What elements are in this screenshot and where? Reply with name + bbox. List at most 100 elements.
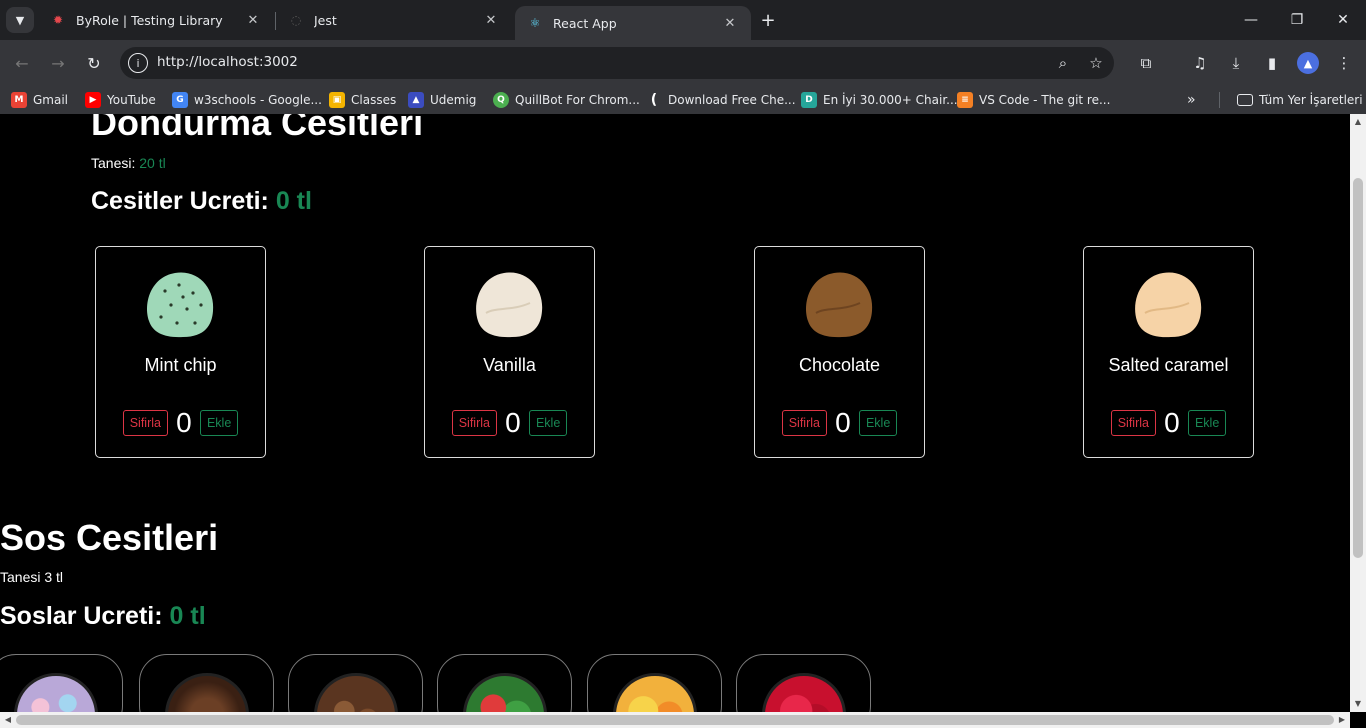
jest-icon: ◌ [290, 13, 302, 27]
tab-react-app[interactable]: ⚛ React App ✕ [515, 6, 751, 40]
cherry-topping-image [762, 673, 846, 712]
flavor-count: 0 [835, 407, 851, 438]
sauce-unit-price: Tanesi 3 tl [0, 569, 64, 585]
flavor-card-mint-chip: Mint chip Sifirla 0 Ekle [95, 246, 266, 458]
add-button[interactable]: Ekle [1187, 410, 1227, 436]
flavor-controls: Sifirla 0 Ekle [1084, 407, 1253, 439]
tab-title: ByRole | Testing Library [76, 12, 223, 28]
bookmark-youtube[interactable]: ▶ YouTube [85, 91, 156, 109]
scroll-left-icon[interactable]: ◀ [3, 715, 13, 725]
reset-button[interactable]: Sifirla [122, 410, 168, 436]
tab-search-button[interactable]: ▼ [6, 7, 34, 33]
bookmark-download-free[interactable]: (Download Free Che... [646, 91, 796, 109]
reset-button[interactable]: Sifirla [1110, 410, 1156, 436]
chocolate-scoop-image [806, 272, 873, 338]
horizontal-scroll-thumb[interactable] [16, 715, 1334, 725]
flavor-card-chocolate: Chocolate Sifirla 0 Ekle [754, 246, 925, 458]
flavor-controls: Sifirla 0 Ekle [425, 407, 594, 439]
scroll-down-icon[interactable]: ▼ [1353, 699, 1363, 709]
sauce-heading: Sos Cesitleri [0, 517, 219, 558]
choc-chips-topping-image [314, 673, 398, 712]
close-icon[interactable]: ✕ [244, 11, 262, 29]
add-button[interactable]: Ekle [199, 410, 239, 436]
bookmark-w3schools[interactable]: Gw3schools - Google... [172, 91, 322, 109]
jelly-topping-image [613, 673, 697, 712]
restore-button[interactable]: ❐ [1274, 0, 1320, 40]
side-panel-icon[interactable]: ▮ [1261, 52, 1283, 74]
back-button[interactable]: ← [9, 50, 35, 76]
page-content: Dondurma Cesitleri Tanesi: 20 tl Cesitle… [0, 114, 1350, 712]
flavor-count: 0 [505, 407, 521, 438]
topping-card[interactable] [139, 654, 274, 712]
minimize-button[interactable]: — [1228, 0, 1274, 40]
vertical-scroll-thumb[interactable] [1353, 178, 1363, 558]
reset-button[interactable]: Sifirla [781, 410, 827, 436]
url-text[interactable]: http://localhost:3002 [157, 54, 298, 70]
candy-topping-image [14, 673, 98, 712]
star-icon[interactable]: ☆ [1086, 53, 1106, 73]
quillbot-icon: Q [493, 92, 509, 108]
minimize-icon: — [1244, 12, 1258, 28]
udemig-icon: ▲ [408, 92, 424, 108]
tab-title: React App [553, 15, 617, 31]
topping-card[interactable] [0, 654, 123, 712]
flavor-name: Salted caramel [1108, 355, 1229, 375]
menu-kebab-icon[interactable]: ⋮ [1333, 52, 1355, 74]
topping-card[interactable] [288, 654, 423, 712]
add-button[interactable]: Ekle [858, 410, 898, 436]
bookmarks-divider [1219, 92, 1220, 108]
tab-title: Jest [314, 12, 337, 28]
octopus-icon: ✹ [52, 13, 64, 27]
mint-chip-scoop-image [147, 272, 214, 338]
add-button[interactable]: Ekle [528, 410, 568, 436]
bookmark-classes[interactable]: ▣ Classes [329, 91, 396, 109]
bookmark-gmail[interactable]: M Gmail [11, 91, 68, 109]
reset-button[interactable]: Sifirla [451, 410, 497, 436]
bookmark-chair[interactable]: D En İyi 30.000+ Chair... [801, 91, 958, 109]
d-icon: D [801, 92, 817, 108]
double-chevron-right-icon: » [1187, 92, 1196, 108]
scroll-right-icon[interactable]: ▶ [1337, 715, 1347, 725]
vertical-scrollbar[interactable]: ▲ ▼ [1350, 114, 1366, 712]
extensions-icon[interactable]: ⧉ [1135, 52, 1157, 74]
flavor-name: Chocolate [798, 355, 881, 375]
reload-button[interactable]: ↻ [81, 50, 107, 76]
address-bar[interactable]: i http://localhost:3002 ⌕ ☆ [120, 47, 1114, 79]
download-icon[interactable]: ⤓ [1225, 52, 1247, 74]
ice-cream-total: Cesitler Ucreti: 0 tl [91, 187, 312, 215]
youtube-icon: ▶ [85, 92, 101, 108]
sauce-total: Soslar Ucreti: 0 tl [0, 602, 206, 630]
close-icon[interactable]: ✕ [482, 11, 500, 29]
gummy-topping-image [463, 673, 547, 712]
flavor-name: Vanilla [483, 355, 536, 375]
arrow-right-icon: → [51, 53, 65, 73]
ice-cream-unit-price: Tanesi: 20 tl [91, 155, 166, 171]
horizontal-scrollbar[interactable]: ◀ ▶ [0, 712, 1350, 728]
scroll-up-icon[interactable]: ▲ [1353, 117, 1363, 127]
profile-avatar[interactable]: ▲ [1297, 52, 1319, 74]
bookmarks-bar: M Gmail ▶ YouTube Gw3schools - Google... ▣… [0, 86, 1366, 114]
forward-button[interactable]: → [45, 50, 71, 76]
bookmark-vscode[interactable]: ≡ VS Code - The git re... [957, 91, 1110, 109]
flavor-card-vanilla: Vanilla Sifirla 0 Ekle [424, 246, 595, 458]
tab-byrole[interactable]: ✹ ByRole | Testing Library ✕ [38, 0, 274, 40]
tab-jest[interactable]: ◌ Jest ✕ [276, 0, 512, 40]
close-window-button[interactable]: ✕ [1320, 0, 1366, 40]
topping-card[interactable] [437, 654, 572, 712]
bookmark-udemig[interactable]: ▲ Udemig [408, 91, 476, 109]
site-info-icon[interactable]: i [128, 53, 148, 73]
gmail-icon: M [11, 92, 27, 108]
browser-toolbar: ← → ↻ i http://localhost:3002 ⌕ ☆ ⧉ ♫ ⤓ … [0, 40, 1366, 86]
new-tab-button[interactable]: + [758, 10, 778, 31]
topping-card[interactable] [587, 654, 722, 712]
chevron-down-icon: ▼ [15, 13, 25, 27]
all-bookmarks-folder[interactable]: Tüm Yer İşaretleri [1237, 91, 1363, 109]
stackoverflow-icon: ≡ [957, 92, 973, 108]
bookmark-quillbot[interactable]: Q QuillBot For Chrom... [493, 91, 640, 109]
zoom-icon[interactable]: ⌕ [1053, 53, 1073, 73]
flavor-name: Mint chip [144, 355, 217, 375]
media-control-icon[interactable]: ♫ [1189, 52, 1211, 74]
more-bookmarks-button[interactable]: » [1187, 91, 1196, 109]
topping-card[interactable] [736, 654, 871, 712]
close-icon[interactable]: ✕ [721, 14, 739, 32]
